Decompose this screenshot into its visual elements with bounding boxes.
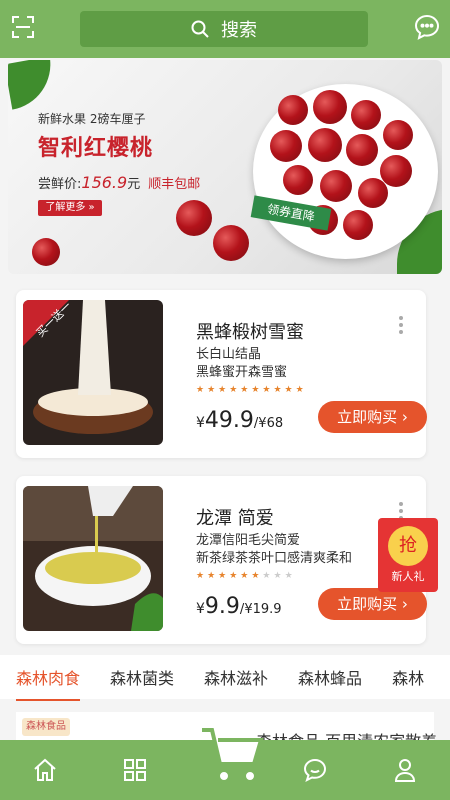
price-value: 156.9: [81, 173, 128, 192]
scan-icon[interactable]: [11, 15, 35, 39]
user-icon[interactable]: [392, 757, 418, 783]
product-desc-line: 黑蜂蜜开森雪蜜: [196, 365, 288, 380]
search-icon: [191, 20, 209, 38]
tab-forest-tonic[interactable]: 森林滋补: [204, 665, 268, 689]
original-price: ¥19.9: [244, 602, 282, 617]
product-name: 黑蜂椴树雪蜜: [196, 322, 304, 343]
grid-icon[interactable]: [122, 757, 148, 783]
price-label: 尝鲜价:: [38, 177, 82, 192]
price-value: 9.9: [204, 594, 240, 619]
gift-label: 新人礼: [391, 570, 425, 583]
cherry-image: [176, 200, 212, 236]
search-bar[interactable]: 搜索: [80, 11, 368, 47]
price-unit: 元: [127, 177, 141, 192]
product-price: ¥9.9/¥19.9: [196, 594, 282, 619]
rating-stars: ★★★★★★★★★★: [196, 385, 307, 395]
more-options-icon[interactable]: [399, 316, 403, 337]
chat-icon[interactable]: [414, 14, 440, 40]
cherry-image: [383, 120, 413, 150]
search-label: 搜索: [221, 20, 257, 41]
top-bar: 搜索: [0, 0, 450, 58]
tab-forest-meat[interactable]: 森林肉食: [16, 665, 81, 701]
buy-now-button[interactable]: 立即购买 ›: [318, 588, 427, 620]
cherry-image: [283, 165, 313, 195]
cherry-image: [346, 134, 378, 166]
rating-stars: ★★★★★★★★★: [196, 571, 296, 581]
banner-title: 智利红樱桃: [38, 136, 154, 161]
tab-forest-more[interactable]: 森林: [392, 665, 424, 689]
product-description: 长白山结晶 黑蜂蜜开森雪蜜: [196, 346, 287, 382]
cherry-image: [213, 225, 249, 261]
cherry-image: [358, 178, 388, 208]
cherry-image: [351, 100, 381, 130]
original-price: ¥68: [258, 416, 284, 431]
banner-subtitle: 新鲜水果 2磅车厘子: [38, 112, 146, 126]
cherry-image: [270, 130, 302, 162]
cherry-image: [32, 238, 60, 266]
product-desc-line: 长白山结晶: [196, 347, 262, 362]
promo-banner[interactable]: 新鲜水果 2磅车厘子 智利红樱桃 尝鲜价:156.9元 顺丰包邮 了解更多 » 领…: [8, 60, 442, 274]
home-icon[interactable]: [32, 757, 58, 783]
product-image: [23, 486, 163, 631]
buy-now-button[interactable]: 立即购买 ›: [318, 401, 427, 433]
banner-price: 尝鲜价:156.9元 顺丰包邮: [38, 173, 200, 192]
product-desc-line: 新茶绿茶茶叶口感清爽柔和: [196, 551, 353, 566]
currency: ¥: [196, 415, 205, 431]
product-name: 龙潭 简爱: [196, 508, 274, 529]
message-icon[interactable]: [302, 757, 328, 783]
new-user-gift-badge[interactable]: 抢 新人礼: [378, 518, 438, 592]
currency: ¥: [196, 601, 205, 617]
cherry-image: [278, 95, 308, 125]
product-desc-line: 龙潭信阳毛尖简爱: [196, 533, 301, 548]
item-tag: 森林食品: [22, 718, 70, 736]
product-price: ¥49.9/¥68: [196, 408, 283, 433]
category-tabs: 森林肉食 森林菌类 森林滋补 森林蜂品 森林: [0, 655, 450, 701]
learn-more-button[interactable]: 了解更多 »: [38, 200, 102, 216]
price-value: 49.9: [204, 408, 254, 433]
cherry-image: [308, 128, 342, 162]
tab-forest-bee[interactable]: 森林蜂品: [298, 665, 362, 689]
product-image: 买一送一: [23, 300, 163, 445]
cart-icon[interactable]: [196, 720, 264, 788]
cherry-image: [320, 170, 352, 202]
cherry-image: [313, 90, 347, 124]
cherry-image: [380, 155, 412, 187]
gift-coin: 抢: [388, 526, 428, 566]
tab-forest-fungi[interactable]: 森林菌类: [110, 665, 174, 689]
cherry-image: [343, 210, 373, 240]
leaf-decoration: [8, 60, 58, 110]
shipping-text: 顺丰包邮: [148, 177, 201, 192]
product-description: 龙潭信阳毛尖简爱 新茶绿茶茶叶口感清爽柔和: [196, 532, 352, 568]
